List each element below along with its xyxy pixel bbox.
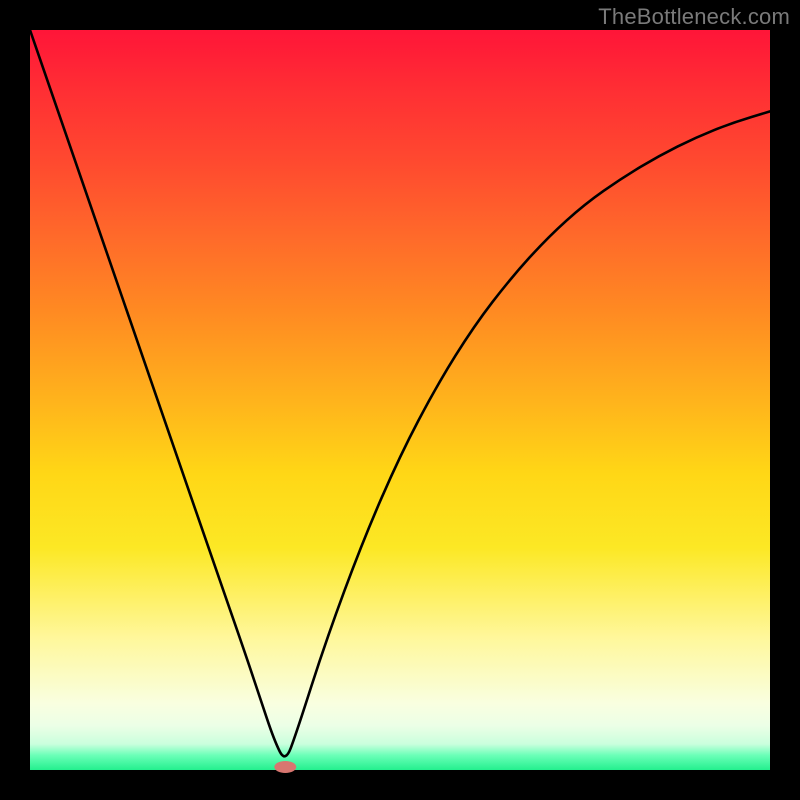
bottleneck-curve — [30, 30, 770, 756]
chart-stage: TheBottleneck.com — [0, 0, 800, 800]
curve-svg — [30, 30, 770, 770]
minimum-marker — [274, 761, 296, 773]
attribution-text: TheBottleneck.com — [598, 4, 790, 30]
plot-area — [30, 30, 770, 770]
